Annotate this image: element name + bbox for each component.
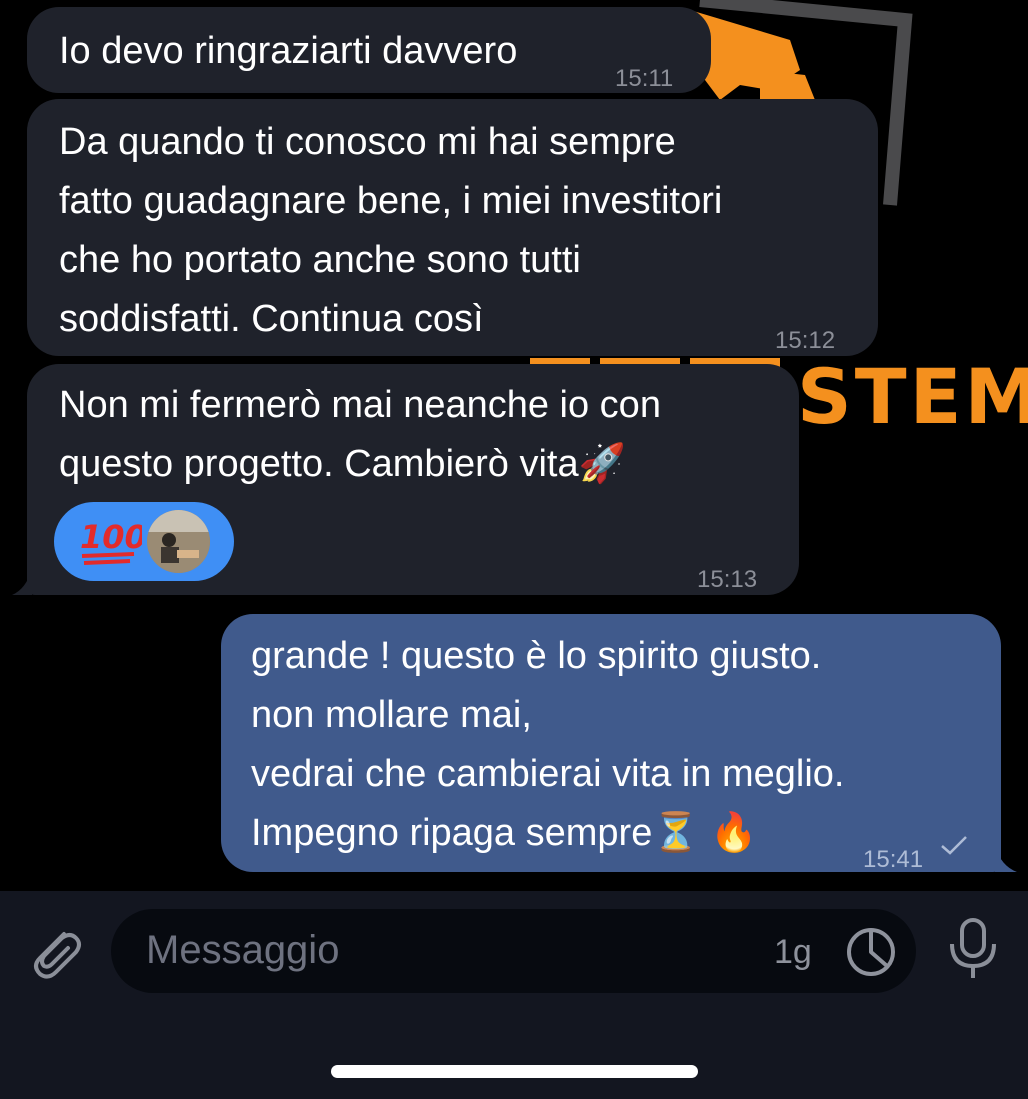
svg-text:100: 100 bbox=[80, 518, 142, 556]
home-indicator bbox=[331, 1065, 698, 1078]
hundred-points-icon: 100 bbox=[80, 518, 142, 565]
message-time: 15:12 bbox=[775, 327, 836, 354]
chat-screen: STEM Io devo ringraziarti davvero 15:11 … bbox=[0, 0, 1028, 1099]
message-bubble-incoming[interactable]: Da quando ti conosco mi hai sempre fatto… bbox=[27, 99, 878, 356]
message-bubble-incoming[interactable]: Io devo ringraziarti davvero 15:11 bbox=[27, 7, 711, 93]
avatar-photo bbox=[147, 510, 210, 573]
bubble-tail-outgoing bbox=[995, 846, 1017, 872]
timer-icon[interactable] bbox=[843, 924, 899, 980]
message-time: 15:41 bbox=[863, 846, 924, 873]
message-bubble-outgoing[interactable]: grande ! questo è lo spirito giusto. non… bbox=[221, 614, 1001, 873]
bubble-tail-incoming bbox=[12, 569, 32, 595]
message-text: grande ! questo è lo spirito giusto. non… bbox=[251, 635, 845, 854]
message-text: Non mi fermerò mai neanche io con questo… bbox=[59, 384, 661, 485]
sent-check-icon bbox=[941, 836, 967, 855]
message-text: Da quando ti conosco mi hai sempre fatto… bbox=[59, 121, 723, 340]
message-text: Io devo ringraziarti davvero bbox=[59, 30, 518, 72]
paperclip-icon[interactable] bbox=[24, 920, 86, 982]
reaction-user-avatar[interactable] bbox=[147, 510, 210, 573]
message-time: 15:13 bbox=[697, 566, 758, 593]
message-input-placeholder: Messaggio bbox=[146, 928, 340, 972]
auto-delete-timer-label[interactable]: 1g bbox=[774, 930, 812, 974]
microphone-icon[interactable] bbox=[945, 916, 1001, 982]
